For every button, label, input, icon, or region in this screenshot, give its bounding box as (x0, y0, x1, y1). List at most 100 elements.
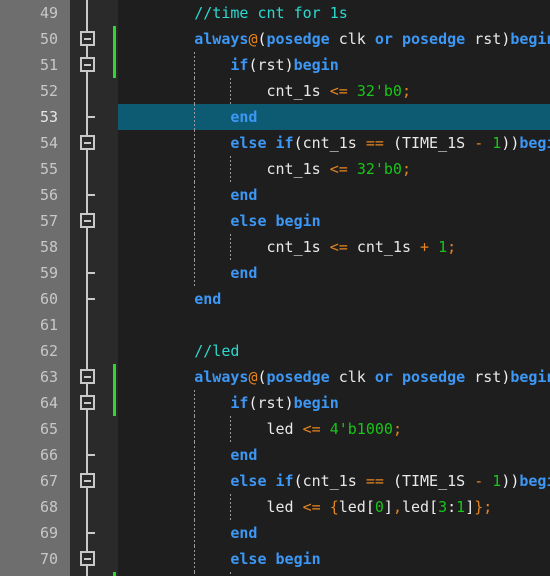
modified-line-marker (113, 364, 116, 390)
line-number: 50 (39, 30, 58, 48)
line-number: 54 (39, 134, 58, 152)
token-id: led (401, 498, 430, 516)
code-line[interactable]: 60 end (0, 286, 550, 312)
fold-collapse-icon[interactable] (70, 468, 118, 494)
token-kw: begin (510, 368, 550, 386)
fold-collapse-icon[interactable] (70, 390, 118, 416)
code-text[interactable]: end (122, 286, 221, 312)
fold-collapse-icon[interactable] (70, 52, 118, 78)
code-line[interactable]: 55 cnt_1s <= 32'b0; (0, 156, 550, 182)
code-text[interactable]: else if(cnt_1s == (TIME_1S - 1))begin (122, 130, 550, 156)
code-line[interactable]: 54 else if(cnt_1s == (TIME_1S - 1))begin (0, 130, 550, 156)
token-pn (122, 264, 230, 282)
fold-collapse-icon[interactable] (70, 130, 118, 156)
code-line[interactable]: 69 end (0, 520, 550, 546)
code-text[interactable]: else begin (122, 546, 320, 572)
code-line[interactable]: 63 always@(posedge clk or posedge rst)be… (0, 364, 550, 390)
token-pn (330, 30, 339, 48)
code-text[interactable]: if(rst)begin (122, 390, 338, 416)
code-text[interactable]: always@(posedge clk or posedge rst)begin (122, 26, 550, 52)
modified-line-marker (113, 572, 116, 576)
code-line[interactable]: 61 (0, 312, 550, 338)
code-line[interactable]: 59 end (0, 260, 550, 286)
code-text[interactable]: led <= 4'b1000; (122, 416, 402, 442)
token-op: ; (401, 160, 411, 178)
modified-line-marker (113, 390, 116, 416)
token-pn (321, 82, 330, 100)
fold-collapse-icon[interactable] (70, 208, 118, 234)
code-line[interactable]: 57 else begin (0, 208, 550, 234)
token-id: clk (338, 30, 366, 48)
code-line[interactable]: 58 cnt_1s <= cnt_1s + 1; (0, 234, 550, 260)
token-id: TIME_1S (401, 134, 466, 152)
code-text[interactable]: always@(posedge clk or posedge rst)begin (122, 364, 550, 390)
modified-line-marker (113, 26, 116, 52)
token-cm: //time cnt for 1s (194, 4, 348, 22)
code-line[interactable]: 49 //time cnt for 1s (0, 0, 550, 26)
code-line[interactable]: 52 cnt_1s <= 32'b0; (0, 78, 550, 104)
fold-collapse-icon[interactable] (70, 364, 118, 390)
code-text[interactable]: end (122, 442, 257, 468)
code-line[interactable]: 68 led <= {led[0],led[3:1]}; (0, 494, 550, 520)
token-op: - (474, 472, 484, 490)
token-pn: ) (284, 56, 294, 74)
token-kw: posedge (401, 30, 466, 48)
code-text[interactable]: cnt_1s <= 32'b0; (122, 156, 412, 182)
code-text[interactable]: led <= led; (122, 572, 366, 576)
code-line[interactable]: 51 if(rst)begin (0, 52, 550, 78)
line-number: 67 (39, 472, 58, 490)
code-line[interactable]: 67 else if(cnt_1s == (TIME_1S - 1))begin (0, 468, 550, 494)
code-text[interactable]: //time cnt for 1s (122, 0, 348, 26)
code-editor[interactable]: 49 //time cnt for 1s 50 always@(posedge c… (0, 0, 550, 576)
token-num: 1 (456, 498, 466, 516)
token-num: 32'b0 (356, 160, 402, 178)
code-text[interactable]: end (122, 260, 257, 286)
code-line[interactable]: 56 end (0, 182, 550, 208)
code-line[interactable]: 64 if(rst)begin (0, 390, 550, 416)
token-pn (122, 56, 230, 74)
code-text[interactable]: end (122, 520, 257, 546)
code-text[interactable]: end (122, 182, 257, 208)
code-line[interactable]: 50 always@(posedge clk or posedge rst)be… (0, 26, 550, 52)
line-number: 61 (39, 316, 58, 334)
fold-collapse-icon[interactable] (70, 546, 118, 572)
token-op: <= (329, 160, 348, 178)
code-line[interactable]: 70 else begin (0, 546, 550, 572)
code-text[interactable]: end (122, 104, 257, 130)
fold-collapse-icon[interactable] (70, 26, 118, 52)
code-text[interactable]: else begin (122, 208, 320, 234)
token-pn (267, 212, 276, 230)
code-line[interactable]: 62 //led (0, 338, 550, 364)
fold-stem-icon (70, 572, 118, 576)
token-pn (122, 160, 267, 178)
token-kw: else (230, 550, 267, 568)
line-number: 69 (39, 524, 58, 542)
token-kw: else (230, 472, 267, 490)
token-num: 1 (438, 238, 448, 256)
token-pn (122, 368, 194, 386)
code-line[interactable]: 53 end (0, 104, 550, 130)
token-pn (267, 472, 276, 490)
code-text[interactable]: cnt_1s <= cnt_1s + 1; (122, 234, 457, 260)
fold-stem-icon (70, 0, 118, 26)
fold-branch-icon (70, 520, 118, 546)
code-line[interactable]: 66 end (0, 442, 550, 468)
token-kw: if (230, 56, 249, 74)
code-text[interactable]: led <= {led[0],led[3:1]}; (122, 494, 493, 520)
token-pn: ( (293, 472, 303, 490)
token-pn (330, 368, 339, 386)
fold-branch-icon (70, 182, 118, 208)
token-pn (122, 472, 230, 490)
line-number: 52 (39, 82, 58, 100)
code-line[interactable]: 65 led <= 4'b1000; (0, 416, 550, 442)
code-line[interactable]: 71 led <= led; (0, 572, 550, 576)
token-kw: end (230, 264, 258, 282)
code-text[interactable]: if(rst)begin (122, 52, 338, 78)
code-text[interactable]: //led (122, 338, 239, 364)
token-op: ; (447, 238, 457, 256)
token-num: 4'b1000 (329, 420, 393, 438)
code-text[interactable]: cnt_1s <= 32'b0; (122, 78, 412, 104)
token-id: clk (338, 368, 366, 386)
code-text[interactable]: else if(cnt_1s == (TIME_1S - 1))begin (122, 468, 550, 494)
token-pn (122, 420, 267, 438)
